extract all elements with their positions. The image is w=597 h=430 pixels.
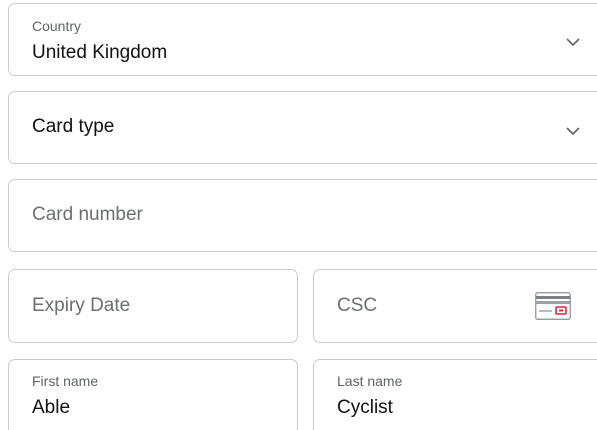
first-name-input[interactable]: First name Able (8, 359, 298, 430)
card-number-placeholder: Card number (32, 204, 143, 225)
country-value: United Kingdom (32, 42, 168, 63)
country-label: Country (32, 18, 82, 34)
last-name-input[interactable]: Last name Cyclist (313, 359, 597, 430)
last-name-value: Cyclist (337, 397, 393, 418)
card-type-label: Card type (32, 116, 115, 137)
country-select[interactable]: Country United Kingdom (8, 3, 597, 76)
first-name-label: First name (32, 373, 99, 389)
card-number-input[interactable]: Card number (8, 179, 597, 252)
csc-placeholder: CSC (337, 295, 378, 316)
chevron-down-icon (566, 127, 580, 136)
card-type-select[interactable]: Card type (8, 91, 597, 164)
expiry-date-input[interactable]: Expiry Date (8, 269, 298, 343)
chevron-down-icon (566, 38, 580, 47)
first-name-value: Able (32, 397, 71, 418)
csc-input[interactable]: CSC (313, 269, 597, 343)
expiry-date-placeholder: Expiry Date (32, 295, 131, 316)
last-name-label: Last name (337, 373, 403, 389)
card-csc-icon (535, 292, 571, 320)
